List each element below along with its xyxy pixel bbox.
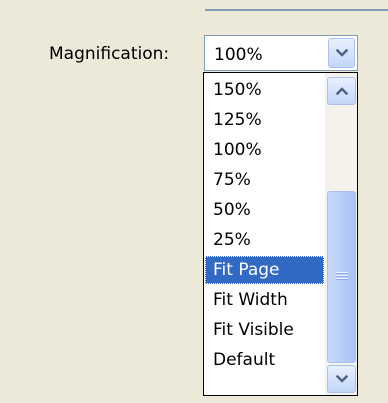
option-100[interactable]: 100%	[205, 136, 324, 164]
magnification-label: Magnification:	[49, 44, 170, 64]
option-125[interactable]: 125%	[205, 106, 324, 134]
chevron-down-icon	[335, 375, 348, 383]
option-default[interactable]: Default	[205, 346, 324, 374]
option-75[interactable]: 75%	[205, 166, 324, 194]
magnification-combobox[interactable]: 100%	[204, 35, 358, 71]
option-25[interactable]: 25%	[205, 226, 324, 254]
dropdown-toggle-button[interactable]	[328, 38, 355, 68]
option-150[interactable]: 150%	[205, 76, 324, 104]
option-fit-width[interactable]: Fit Width	[205, 286, 324, 314]
combobox-value: 100%	[214, 45, 263, 65]
magnification-dropdown-list[interactable]: 150% 125% 100% 75% 50% 25% Fit Page Fit …	[203, 72, 358, 396]
option-fit-visible[interactable]: Fit Visible	[205, 316, 324, 344]
scrollbar-thumb[interactable]	[327, 191, 356, 363]
dropdown-scrollbar[interactable]	[325, 73, 357, 395]
chevron-down-icon	[335, 49, 348, 57]
chevron-up-icon	[335, 87, 348, 95]
option-50[interactable]: 50%	[205, 196, 324, 224]
scroll-up-button[interactable]	[327, 77, 356, 105]
option-fit-page[interactable]: Fit Page	[205, 256, 324, 284]
grip-lines-icon	[336, 272, 348, 281]
scroll-down-button[interactable]	[327, 365, 356, 393]
field-border-line	[205, 9, 388, 11]
